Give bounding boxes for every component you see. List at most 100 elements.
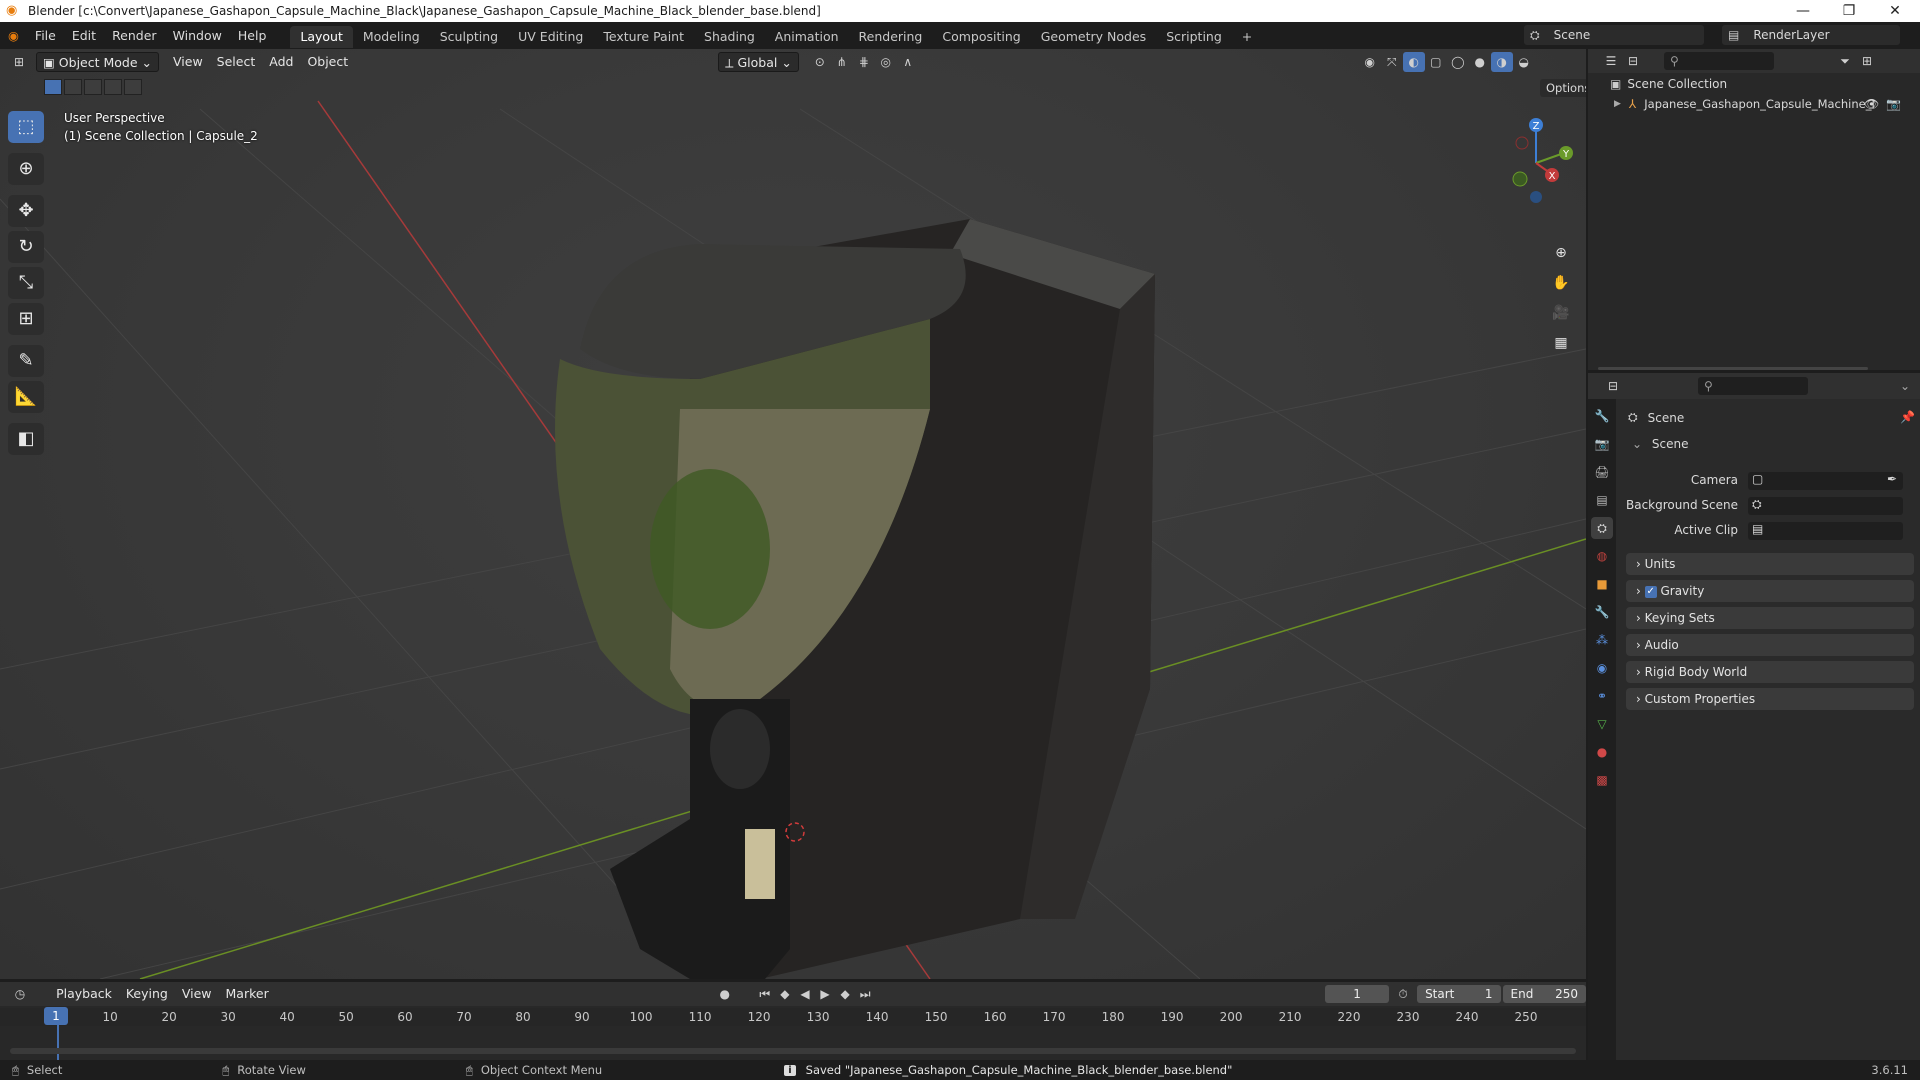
next-keyframe-icon[interactable]: ◆: [835, 984, 855, 1004]
custom-properties-panel[interactable]: › Custom Properties: [1626, 688, 1914, 710]
viewport-menu-view[interactable]: View: [167, 52, 209, 72]
3d-viewport[interactable]: ⊞ ▣ Object Mode ⌄ View Select Add Object…: [0, 49, 1586, 979]
menu-help[interactable]: Help: [230, 22, 275, 49]
display-mode-icon[interactable]: ⊟: [1622, 51, 1644, 71]
options-dropdown[interactable]: Options: [1540, 79, 1586, 97]
play-icon[interactable]: ▶: [815, 984, 835, 1004]
object-tab-icon[interactable]: ■: [1591, 573, 1613, 595]
object-mode-dropdown[interactable]: ▣ Object Mode ⌄: [36, 52, 159, 72]
visibility-eye-icon[interactable]: 👁: [1864, 97, 1879, 111]
tab-animation[interactable]: Animation: [765, 26, 849, 48]
playhead[interactable]: 1: [44, 1007, 68, 1025]
outliner-item[interactable]: ▶ ⅄ Japanese_Gashapon_Capsule_Machine_I …: [1614, 97, 1914, 111]
select-invert-icon[interactable]: [104, 79, 122, 95]
timeline-menu-keying[interactable]: Keying: [120, 984, 174, 1004]
tab-texture-paint[interactable]: Texture Paint: [593, 26, 694, 48]
properties-editor-icon[interactable]: ⊟: [1602, 376, 1624, 396]
shading-wireframe-icon[interactable]: ◯: [1447, 52, 1469, 72]
scale-tool-icon[interactable]: ⤡: [8, 267, 44, 299]
particles-tab-icon[interactable]: ⁂: [1591, 629, 1613, 651]
transform-tool-icon[interactable]: ⊞: [8, 303, 44, 335]
editor-type-icon[interactable]: ⊞: [8, 52, 30, 72]
xray-icon[interactable]: ▢: [1425, 52, 1447, 72]
shading-material-icon[interactable]: ◑: [1490, 52, 1513, 72]
timeline-editor-icon[interactable]: ◷: [10, 984, 30, 1004]
constraints-tab-icon[interactable]: ⚭: [1591, 685, 1613, 707]
keying-sets-panel[interactable]: › Keying Sets: [1626, 607, 1914, 629]
play-reverse-icon[interactable]: ◀: [795, 984, 815, 1004]
maximize-button[interactable]: ❐: [1826, 0, 1872, 22]
tab-geometry-nodes[interactable]: Geometry Nodes: [1031, 26, 1156, 48]
timeline-menu-marker[interactable]: Marker: [220, 984, 275, 1004]
view-layer-selector[interactable]: ▤ RenderLayer: [1722, 25, 1900, 45]
menu-file[interactable]: File: [27, 22, 64, 49]
shading-rendered-icon[interactable]: ◒: [1513, 52, 1535, 72]
pin-icon[interactable]: 📌: [1900, 410, 1915, 424]
texture-tab-icon[interactable]: ▩: [1591, 769, 1613, 791]
new-collection-icon[interactable]: ⊞: [1856, 51, 1878, 71]
annotate-tool-icon[interactable]: ✎: [8, 345, 44, 377]
tab-shading[interactable]: Shading: [694, 26, 765, 48]
viewport-menu-select[interactable]: Select: [211, 52, 262, 72]
visibility-icon[interactable]: ◉: [1359, 52, 1381, 72]
chevron-down-icon[interactable]: ⌄: [1900, 379, 1910, 393]
tab-sculpting[interactable]: Sculpting: [430, 26, 508, 48]
modifier-tab-icon[interactable]: 🔧: [1591, 601, 1613, 623]
timeline-scrollbar[interactable]: [10, 1048, 1576, 1054]
jump-end-icon[interactable]: ⏭: [855, 984, 875, 1004]
properties-search-input[interactable]: ⚲: [1698, 377, 1808, 395]
tab-layout[interactable]: Layout: [290, 25, 353, 48]
snap-target-icon[interactable]: ⋕: [853, 52, 875, 72]
gizmo-toggle-icon[interactable]: ⤧: [1381, 52, 1403, 72]
menu-edit[interactable]: Edit: [64, 22, 104, 49]
viewport-menu-object[interactable]: Object: [301, 52, 354, 72]
tab-rendering[interactable]: Rendering: [849, 26, 933, 48]
pan-hand-icon[interactable]: ✋: [1549, 271, 1573, 295]
add-cube-tool-icon[interactable]: ◧: [8, 423, 44, 455]
material-tab-icon[interactable]: ●: [1591, 741, 1613, 763]
world-tab-icon[interactable]: ◍: [1591, 545, 1613, 567]
gashapon-machine-model[interactable]: [555, 219, 1155, 979]
snap-icon[interactable]: ⋔: [831, 52, 853, 72]
menu-render[interactable]: Render: [104, 22, 165, 49]
minimize-button[interactable]: —: [1780, 0, 1826, 22]
viewport-menu-add[interactable]: Add: [263, 52, 299, 72]
timeline-menu-view[interactable]: View: [176, 984, 218, 1004]
tab-modeling[interactable]: Modeling: [353, 26, 430, 48]
zoom-icon[interactable]: ⊕: [1549, 241, 1573, 265]
scene-selector[interactable]: ⛭ Scene: [1524, 25, 1704, 45]
proportional-edit-icon[interactable]: ◎: [875, 52, 897, 72]
select-new-icon[interactable]: [44, 79, 62, 95]
select-extend-icon[interactable]: [64, 79, 82, 95]
data-tab-icon[interactable]: ▽: [1591, 713, 1613, 735]
gravity-checkbox[interactable]: ✓: [1644, 585, 1657, 598]
units-panel[interactable]: › Units: [1626, 553, 1914, 575]
axis-gizmo[interactable]: Z Y X: [1496, 111, 1576, 211]
tab-scripting[interactable]: Scripting: [1156, 26, 1232, 48]
tab-compositing[interactable]: Compositing: [932, 26, 1030, 48]
timeline-ruler[interactable]: 10 20 30 40 50 60 70 80 90 100 110 120 130 140 150 160 1…: [0, 1008, 1586, 1026]
outliner-editor-icon[interactable]: ☰: [1600, 51, 1622, 71]
pivot-point-icon[interactable]: ⊙: [809, 52, 831, 72]
move-tool-icon[interactable]: ✥: [8, 195, 44, 227]
tab-uv-editing[interactable]: UV Editing: [508, 26, 593, 48]
blender-menu-icon[interactable]: ◉: [0, 22, 27, 49]
outliner-scene-collection[interactable]: ▣ Scene Collection: [1610, 77, 1727, 91]
stopwatch-icon[interactable]: ⏱: [1393, 984, 1413, 1004]
end-frame-field[interactable]: End 250: [1502, 985, 1587, 1003]
overlays-icon[interactable]: ◐: [1402, 52, 1425, 72]
prev-keyframe-icon[interactable]: ◆: [775, 984, 795, 1004]
filter-icon[interactable]: ⏷: [1834, 51, 1856, 71]
camera-field[interactable]: ▢ ✒: [1748, 472, 1903, 490]
falloff-icon[interactable]: ∧: [897, 52, 919, 72]
active-clip-field[interactable]: ▤: [1748, 522, 1903, 540]
start-frame-field[interactable]: Start 1: [1417, 985, 1501, 1003]
tool-tab-icon[interactable]: 🔧: [1591, 405, 1613, 427]
render-camera-icon[interactable]: 📷: [1886, 97, 1901, 111]
menu-window[interactable]: Window: [165, 22, 230, 49]
select-subtract-icon[interactable]: [84, 79, 102, 95]
rotate-tool-icon[interactable]: ↻: [8, 231, 44, 263]
camera-view-icon[interactable]: 🎥: [1549, 301, 1573, 325]
transform-orientation-dropdown[interactable]: ⟂ Global ⌄: [718, 52, 799, 72]
physics-tab-icon[interactable]: ◉: [1591, 657, 1613, 679]
